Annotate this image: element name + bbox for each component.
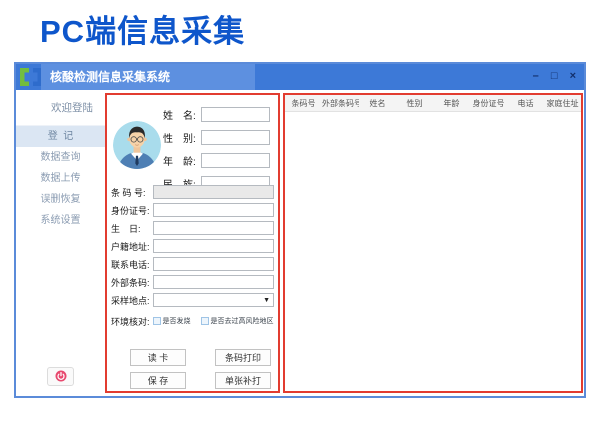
- column-header-0[interactable]: 条码号: [285, 98, 322, 109]
- barcode-print-button[interactable]: 条码打印: [215, 349, 271, 366]
- save-button[interactable]: 保 存: [130, 372, 186, 389]
- gender-label: 性 别:: [163, 130, 201, 145]
- page-title: PC端信息采集: [40, 6, 245, 51]
- name-label: 姓 名:: [163, 107, 201, 122]
- app-window: 核酸检测信息采集系统 – □ ×: [14, 62, 586, 398]
- gender-input[interactable]: [201, 130, 270, 145]
- window-controls: – □ ×: [524, 64, 576, 90]
- read-card-button[interactable]: 读 卡: [130, 349, 186, 366]
- barcode-label: 条 码 号:: [111, 186, 153, 199]
- sidebar-item-data-upload[interactable]: 数据上传: [16, 168, 105, 189]
- table-header: 条码号外部条码号姓名性别年龄身份证号电话家庭住址: [285, 95, 581, 112]
- age-input[interactable]: [201, 153, 270, 168]
- sidebar-menu: 登 记数据查询数据上传误删恢复系统设置: [16, 126, 105, 231]
- birthday-label: 生 日:: [111, 222, 153, 235]
- sidebar-item-system-settings[interactable]: 系统设置: [16, 210, 105, 231]
- form-row-birthday: 生 日:: [111, 219, 274, 237]
- form-buttons: 读 卡 条码打印保 存 单张补打: [130, 349, 271, 389]
- logout-power-button[interactable]: [47, 367, 74, 386]
- form-row-id-number: 身份证号:: [111, 201, 274, 219]
- external-barcode-input[interactable]: [153, 275, 274, 289]
- form-row-age: 年 龄:: [163, 149, 270, 172]
- window-titlebar: 核酸检测信息采集系统 – □ ×: [16, 64, 584, 90]
- app-logo-icon: [20, 68, 42, 86]
- env-check-row: 环境核对: 是否发烧 是否去过高风险地区: [111, 312, 277, 330]
- checkbox-icon[interactable]: [201, 317, 209, 325]
- sampling-site-label: 采样地点:: [111, 294, 153, 307]
- form-row-barcode: 条 码 号:: [111, 183, 274, 201]
- window-title: 核酸检测信息采集系统: [41, 64, 255, 90]
- chevron-down-icon: ▼: [263, 296, 270, 306]
- form-row-name: 姓 名:: [163, 103, 270, 126]
- sidebar-item-delete-recovery[interactable]: 误删恢复: [16, 189, 105, 210]
- sampling-site-select[interactable]: ▼: [153, 293, 274, 307]
- high-risk-area-checkbox-label: 是否去过高风险地区: [211, 316, 274, 326]
- minimize-button[interactable]: –: [533, 70, 539, 82]
- high-risk-area-checkbox[interactable]: 是否去过高风险地区: [201, 316, 274, 326]
- form-row-household-address: 户籍地址:: [111, 237, 274, 255]
- app-body: 欢迎登陆 登 记数据查询数据上传误删恢复系统设置: [16, 90, 584, 396]
- maximize-button[interactable]: □: [551, 70, 558, 82]
- top-fields: 姓 名:性 别:年 龄:民 族:: [163, 103, 270, 195]
- column-header-2[interactable]: 姓名: [359, 98, 396, 109]
- close-button[interactable]: ×: [570, 70, 576, 82]
- household-address-input[interactable]: [153, 239, 274, 253]
- column-header-3[interactable]: 性别: [396, 98, 433, 109]
- name-input[interactable]: [201, 107, 270, 122]
- user-avatar: [29, 100, 44, 115]
- form-row-sampling-site: 采样地点: ▼: [111, 291, 274, 309]
- env-options: 是否发烧 是否去过高风险地区: [153, 312, 284, 330]
- sidebar: 欢迎登陆 登 记数据查询数据上传误删恢复系统设置: [16, 90, 105, 396]
- registration-form-panel: 姓 名:性 别:年 龄:民 族: 条 码 号:身份证号:生 日:户籍地址:联系电…: [105, 93, 280, 393]
- column-header-5[interactable]: 身份证号: [470, 98, 507, 109]
- external-barcode-label: 外部条码:: [111, 276, 153, 289]
- id-number-label: 身份证号:: [111, 204, 153, 217]
- single-reprint-button[interactable]: 单张补打: [215, 372, 271, 389]
- sidebar-item-data-query[interactable]: 数据查询: [16, 147, 105, 168]
- id-number-input[interactable]: [153, 203, 274, 217]
- records-table-body[interactable]: [285, 112, 581, 374]
- form-row-external-barcode: 外部条码:: [111, 273, 274, 291]
- column-header-4[interactable]: 年龄: [433, 98, 470, 109]
- env-check-label: 环境核对:: [111, 315, 150, 328]
- column-header-1[interactable]: 外部条码号: [322, 98, 359, 109]
- user-row: 欢迎登陆: [16, 90, 105, 126]
- column-header-7[interactable]: 家庭住址: [544, 98, 581, 109]
- fever-checkbox-label: 是否发烧: [163, 316, 191, 326]
- column-header-6[interactable]: 电话: [507, 98, 544, 109]
- welcome-text: 欢迎登陆: [51, 100, 93, 115]
- form-row-gender: 性 别:: [163, 126, 270, 149]
- form-fields: 条 码 号: 身份证号: 生 日: 户籍地址: 联系电话: 外部条码: 采样地点: ▼: [111, 183, 274, 309]
- contact-phone-input[interactable]: [153, 257, 274, 271]
- page: PC端信息采集 核酸检测信息采集系统 – □ ×: [0, 0, 600, 423]
- checkbox-icon[interactable]: [153, 317, 161, 325]
- age-label: 年 龄:: [163, 153, 201, 168]
- birthday-input[interactable]: [153, 221, 274, 235]
- barcode-input[interactable]: [153, 185, 274, 199]
- person-avatar-illustration: [113, 121, 161, 169]
- fever-checkbox[interactable]: 是否发烧: [153, 316, 191, 326]
- household-address-label: 户籍地址:: [111, 240, 153, 253]
- power-icon: [55, 370, 67, 382]
- form-row-contact-phone: 联系电话:: [111, 255, 274, 273]
- records-table-panel: 条码号外部条码号姓名性别年龄身份证号电话家庭住址: [283, 93, 583, 393]
- sidebar-item-register[interactable]: 登 记: [16, 126, 105, 147]
- power-wrap: [16, 367, 105, 388]
- contact-phone-label: 联系电话:: [111, 258, 153, 271]
